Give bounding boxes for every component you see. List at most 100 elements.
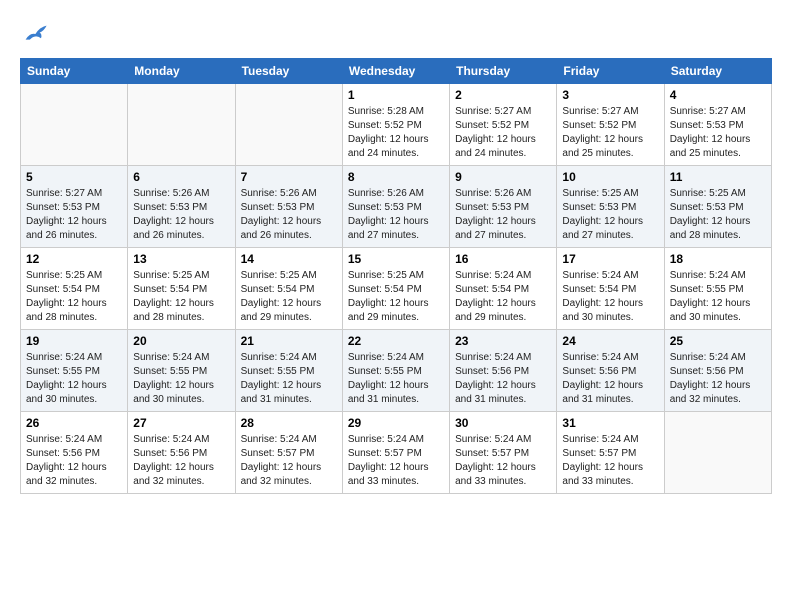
day-info: Sunrise: 5:24 AMSunset: 5:56 PMDaylight:… [26, 433, 122, 489]
day-info: Sunrise: 5:24 AMSunset: 5:56 PMDaylight:… [455, 351, 551, 407]
calendar-cell: 23 Sunrise: 5:24 AMSunset: 5:56 PMDayligh… [450, 330, 557, 412]
calendar-cell [235, 84, 342, 166]
calendar-cell: 29 Sunrise: 5:24 AMSunset: 5:57 PMDayligh… [342, 412, 449, 494]
logo [20, 20, 52, 48]
day-info: Sunrise: 5:24 AMSunset: 5:55 PMDaylight:… [670, 269, 766, 325]
day-info: Sunrise: 5:24 AMSunset: 5:57 PMDaylight:… [562, 433, 658, 489]
calendar-cell: 30 Sunrise: 5:24 AMSunset: 5:57 PMDayligh… [450, 412, 557, 494]
day-number: 11 [670, 170, 766, 184]
day-info: Sunrise: 5:26 AMSunset: 5:53 PMDaylight:… [133, 187, 229, 243]
day-info: Sunrise: 5:27 AMSunset: 5:52 PMDaylight:… [562, 105, 658, 161]
calendar-cell: 1 Sunrise: 5:28 AMSunset: 5:52 PMDaylight… [342, 84, 449, 166]
day-number: 4 [670, 88, 766, 102]
day-number: 26 [26, 416, 122, 430]
day-info: Sunrise: 5:27 AMSunset: 5:52 PMDaylight:… [455, 105, 551, 161]
calendar-week-row: 5Sunrise: 5:27 AMSunset: 5:53 PMDaylight… [21, 166, 772, 248]
day-header-wednesday: Wednesday [342, 59, 449, 84]
calendar-cell: 25 Sunrise: 5:24 AMSunset: 5:56 PMDayligh… [664, 330, 771, 412]
calendar-cell: 21 Sunrise: 5:24 AMSunset: 5:55 PMDayligh… [235, 330, 342, 412]
day-number: 14 [241, 252, 337, 266]
day-info: Sunrise: 5:24 AMSunset: 5:57 PMDaylight:… [455, 433, 551, 489]
calendar-cell: 17Sunrise: 5:24 AMSunset: 5:54 PMDayligh… [557, 248, 664, 330]
day-info: Sunrise: 5:24 AMSunset: 5:55 PMDaylight:… [348, 351, 444, 407]
calendar-cell: 20 Sunrise: 5:24 AMSunset: 5:55 PMDayligh… [128, 330, 235, 412]
day-number: 5 [26, 170, 122, 184]
day-info: Sunrise: 5:24 AMSunset: 5:55 PMDaylight:… [26, 351, 122, 407]
day-header-saturday: Saturday [664, 59, 771, 84]
day-number: 29 [348, 416, 444, 430]
day-info: Sunrise: 5:24 AMSunset: 5:54 PMDaylight:… [455, 269, 551, 325]
calendar-header-row: SundayMondayTuesdayWednesdayThursdayFrid… [21, 59, 772, 84]
day-number: 31 [562, 416, 658, 430]
day-number: 21 [241, 334, 337, 348]
day-info: Sunrise: 5:25 AMSunset: 5:53 PMDaylight:… [562, 187, 658, 243]
calendar-week-row: 19 Sunrise: 5:24 AMSunset: 5:55 PMDayligh… [21, 330, 772, 412]
day-number: 20 [133, 334, 229, 348]
calendar-cell: 14 Sunrise: 5:25 AMSunset: 5:54 PMDayligh… [235, 248, 342, 330]
day-info: Sunrise: 5:24 AMSunset: 5:57 PMDaylight:… [348, 433, 444, 489]
day-number: 17 [562, 252, 658, 266]
calendar-cell: 2 Sunrise: 5:27 AMSunset: 5:52 PMDaylight… [450, 84, 557, 166]
day-info: Sunrise: 5:24 AMSunset: 5:56 PMDaylight:… [133, 433, 229, 489]
day-number: 10 [562, 170, 658, 184]
day-info: Sunrise: 5:24 AMSunset: 5:55 PMDaylight:… [133, 351, 229, 407]
day-info: Sunrise: 5:26 AMSunset: 5:53 PMDaylight:… [455, 187, 551, 243]
day-number: 7 [241, 170, 337, 184]
day-info: Sunrise: 5:25 AMSunset: 5:53 PMDaylight:… [670, 187, 766, 243]
calendar-cell: 18Sunrise: 5:24 AMSunset: 5:55 PMDayligh… [664, 248, 771, 330]
calendar-cell: 10 Sunrise: 5:25 AMSunset: 5:53 PMDayligh… [557, 166, 664, 248]
day-info: Sunrise: 5:28 AMSunset: 5:52 PMDaylight:… [348, 105, 444, 161]
day-info: Sunrise: 5:26 AMSunset: 5:53 PMDaylight:… [241, 187, 337, 243]
calendar-cell: 5Sunrise: 5:27 AMSunset: 5:53 PMDaylight… [21, 166, 128, 248]
day-number: 28 [241, 416, 337, 430]
day-number: 22 [348, 334, 444, 348]
calendar-cell: 19 Sunrise: 5:24 AMSunset: 5:55 PMDayligh… [21, 330, 128, 412]
day-number: 16 [455, 252, 551, 266]
calendar-cell: 15 Sunrise: 5:25 AMSunset: 5:54 PMDayligh… [342, 248, 449, 330]
day-info: Sunrise: 5:24 AMSunset: 5:56 PMDaylight:… [670, 351, 766, 407]
calendar-cell: 9 Sunrise: 5:26 AMSunset: 5:53 PMDaylight… [450, 166, 557, 248]
calendar-cell [21, 84, 128, 166]
day-number: 24 [562, 334, 658, 348]
day-number: 25 [670, 334, 766, 348]
day-info: Sunrise: 5:24 AMSunset: 5:57 PMDaylight:… [241, 433, 337, 489]
day-number: 8 [348, 170, 444, 184]
day-header-monday: Monday [128, 59, 235, 84]
day-number: 23 [455, 334, 551, 348]
day-number: 30 [455, 416, 551, 430]
day-info: Sunrise: 5:25 AMSunset: 5:54 PMDaylight:… [26, 269, 122, 325]
calendar-cell [128, 84, 235, 166]
day-number: 9 [455, 170, 551, 184]
calendar-cell: 26 Sunrise: 5:24 AMSunset: 5:56 PMDayligh… [21, 412, 128, 494]
day-number: 3 [562, 88, 658, 102]
calendar-cell: 8 Sunrise: 5:26 AMSunset: 5:53 PMDaylight… [342, 166, 449, 248]
day-number: 12 [26, 252, 122, 266]
day-info: Sunrise: 5:25 AMSunset: 5:54 PMDaylight:… [348, 269, 444, 325]
day-number: 2 [455, 88, 551, 102]
day-info: Sunrise: 5:27 AMSunset: 5:53 PMDaylight:… [670, 105, 766, 161]
day-number: 15 [348, 252, 444, 266]
calendar-cell: 7 Sunrise: 5:26 AMSunset: 5:53 PMDaylight… [235, 166, 342, 248]
calendar-cell: 28 Sunrise: 5:24 AMSunset: 5:57 PMDayligh… [235, 412, 342, 494]
day-info: Sunrise: 5:24 AMSunset: 5:55 PMDaylight:… [241, 351, 337, 407]
calendar-cell: 31 Sunrise: 5:24 AMSunset: 5:57 PMDayligh… [557, 412, 664, 494]
calendar-cell: 11 Sunrise: 5:25 AMSunset: 5:53 PMDayligh… [664, 166, 771, 248]
day-number: 19 [26, 334, 122, 348]
calendar-cell: 12 Sunrise: 5:25 AMSunset: 5:54 PMDayligh… [21, 248, 128, 330]
calendar-week-row: 26 Sunrise: 5:24 AMSunset: 5:56 PMDayligh… [21, 412, 772, 494]
day-number: 27 [133, 416, 229, 430]
day-info: Sunrise: 5:24 AMSunset: 5:56 PMDaylight:… [562, 351, 658, 407]
calendar-cell: 6 Sunrise: 5:26 AMSunset: 5:53 PMDaylight… [128, 166, 235, 248]
calendar-cell: 24 Sunrise: 5:24 AMSunset: 5:56 PMDayligh… [557, 330, 664, 412]
calendar-table: SundayMondayTuesdayWednesdayThursdayFrid… [20, 58, 772, 494]
calendar-cell: 3 Sunrise: 5:27 AMSunset: 5:52 PMDaylight… [557, 84, 664, 166]
day-info: Sunrise: 5:25 AMSunset: 5:54 PMDaylight:… [133, 269, 229, 325]
day-info: Sunrise: 5:25 AMSunset: 5:54 PMDaylight:… [241, 269, 337, 325]
calendar-cell: 4 Sunrise: 5:27 AMSunset: 5:53 PMDaylight… [664, 84, 771, 166]
calendar-week-row: 1 Sunrise: 5:28 AMSunset: 5:52 PMDaylight… [21, 84, 772, 166]
day-info: Sunrise: 5:26 AMSunset: 5:53 PMDaylight:… [348, 187, 444, 243]
day-number: 1 [348, 88, 444, 102]
day-number: 6 [133, 170, 229, 184]
calendar-cell [664, 412, 771, 494]
calendar-cell: 22 Sunrise: 5:24 AMSunset: 5:55 PMDayligh… [342, 330, 449, 412]
